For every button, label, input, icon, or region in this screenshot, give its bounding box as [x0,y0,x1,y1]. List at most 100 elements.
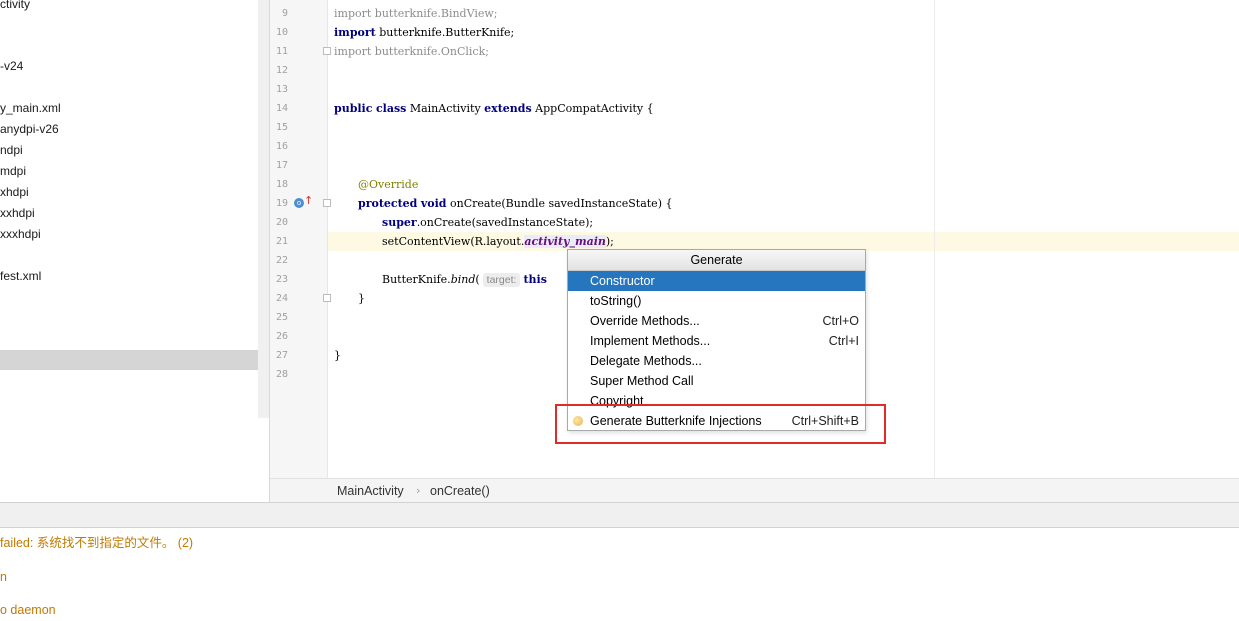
line-number: 19 [275,198,288,209]
code-text: setContentView(R.layout. [382,235,525,248]
tree-item-manifest[interactable]: fest.xml [0,266,41,286]
chevron-right-icon: › [416,484,421,497]
menu-item-tostring[interactable]: toString() [568,291,865,311]
menu-item-label: toString() [590,294,642,308]
menu-item-label: Constructor [590,274,655,288]
keyword: import [334,45,372,58]
keyword: extends [484,102,532,115]
code-text: .onCreate(savedInstanceState); [416,216,594,229]
line-number: 15 [275,122,288,133]
code-line-19: protected void onCreate(Bundle savedInst… [358,194,672,213]
breadcrumb-class[interactable]: MainActivity [337,479,404,503]
line-number: 28 [275,369,288,380]
code-text: butterknife.BindView; [371,7,498,20]
keyword: void [420,197,447,210]
code-text: } [358,292,365,305]
code-line-24: } [358,289,365,308]
code-line-14: public class MainActivity extends AppCom… [334,99,654,118]
code-text: butterknife.OnClick; [371,45,489,58]
menu-item-delegate-methods[interactable]: Delegate Methods... [568,351,865,371]
field-reference[interactable]: activity_main [524,235,606,248]
code-text: onCreate(Bundle savedInstanceState) { [446,197,673,210]
menu-item-constructor[interactable]: Constructor [568,271,865,291]
line-number: 10 [275,27,288,38]
line-number: 24 [275,293,288,304]
menu-item-override-methods[interactable]: Override Methods... Ctrl+O [568,311,865,331]
project-panel-empty-area [0,418,269,502]
fold-imports-icon[interactable] [323,47,331,55]
editor-gutter[interactable]: 9 10 11 12 13 14 15 16 17 18 19 20 21 22… [270,0,331,478]
code-line-23: ButterKnife.bind(target: this [382,270,547,289]
breadcrumb-method[interactable]: onCreate() [430,479,490,503]
line-number: 20 [275,217,288,228]
tree-item-xhdpi[interactable]: xhdpi [0,182,29,202]
line-number: 9 [281,8,288,19]
line-number: 27 [275,350,288,361]
build-console[interactable]: failed: 系统找不到指定的文件。 (2) n o daemon [0,528,1239,621]
console-line: o daemon [0,603,56,617]
parameter-hint: target: [482,273,521,287]
bottom-panel-header [0,502,1239,528]
tree-item-xxxhdpi[interactable]: xxxhdpi [0,224,41,244]
tree-item-xxhdpi[interactable]: xxhdpi [0,203,35,223]
line-number: 23 [275,274,288,285]
right-margin-guide [934,0,935,478]
line-number: 13 [275,84,288,95]
tree-item-main-xml[interactable]: y_main.xml [0,98,61,118]
code-text: } [334,349,341,362]
console-line: failed: 系统找不到指定的文件。 (2) [0,536,194,550]
keyword: public [334,102,373,115]
line-number: 14 [275,103,288,114]
code-text: AppCompatActivity { [531,102,654,115]
code-line-20: super.onCreate(savedInstanceState); [382,213,593,232]
menu-item-label: Implement Methods... [590,334,711,348]
keyword: import [334,7,372,20]
tree-selected-row[interactable] [0,350,258,370]
keyword: super [382,216,417,229]
annotation-highlight-box [555,404,886,444]
line-number: 16 [275,141,288,152]
popup-title: Generate [568,250,865,271]
line-number: 21 [275,236,288,247]
code-text: ButterKnife. [382,273,451,286]
menu-item-label: Super Method Call [590,374,694,388]
tree-item-anydpi-v26[interactable]: anydpi-v26 [0,119,59,139]
menu-item-implement-methods[interactable]: Implement Methods... Ctrl+I [568,331,865,351]
method-call: bind [450,273,476,286]
annotation: @Override [358,178,419,191]
tree-item-activity[interactable]: ctivity [0,0,30,14]
menu-item-label: Delegate Methods... [590,354,702,368]
keyword: this [523,273,547,286]
line-number: 25 [275,312,288,323]
line-number: 18 [275,179,288,190]
fold-end-icon[interactable] [323,294,331,302]
line-number: 11 [275,46,288,57]
arrow-up-icon[interactable]: ↑ [304,194,313,208]
code-line-27: } [334,346,341,365]
code-line-18: @Override [358,175,418,194]
override-method-icon[interactable]: o [294,198,304,208]
tree-item-mdpi[interactable]: mdpi [0,161,26,181]
breadcrumb: MainActivity › onCreate() [270,478,1239,502]
line-number: 26 [275,331,288,342]
menu-item-shortcut: Ctrl+O [822,314,859,328]
class-name: MainActivity [406,102,485,115]
project-panel-scrollbar[interactable] [258,0,269,418]
code-line-11: import butterknife.OnClick; [334,42,489,61]
tree-item-v24[interactable]: -v24 [0,56,23,76]
menu-item-label: Override Methods... [590,314,700,328]
code-text: ( [475,273,480,286]
keyword: class [375,102,407,115]
tree-item-hdpi[interactable]: ndpi [0,140,23,160]
keyword: import [334,26,376,39]
fold-method-icon[interactable] [323,199,331,207]
code-line-10: import butterknife.ButterKnife; [334,23,514,42]
menu-item-super-method-call[interactable]: Super Method Call [568,371,865,391]
line-number: 17 [275,160,288,171]
line-number: 12 [275,65,288,76]
code-text: butterknife.ButterKnife; [375,26,515,39]
menu-item-shortcut: Ctrl+I [828,334,859,348]
code-line-9: import butterknife.BindView; [334,4,498,23]
console-line: n [0,570,7,584]
line-number: 22 [275,255,288,266]
